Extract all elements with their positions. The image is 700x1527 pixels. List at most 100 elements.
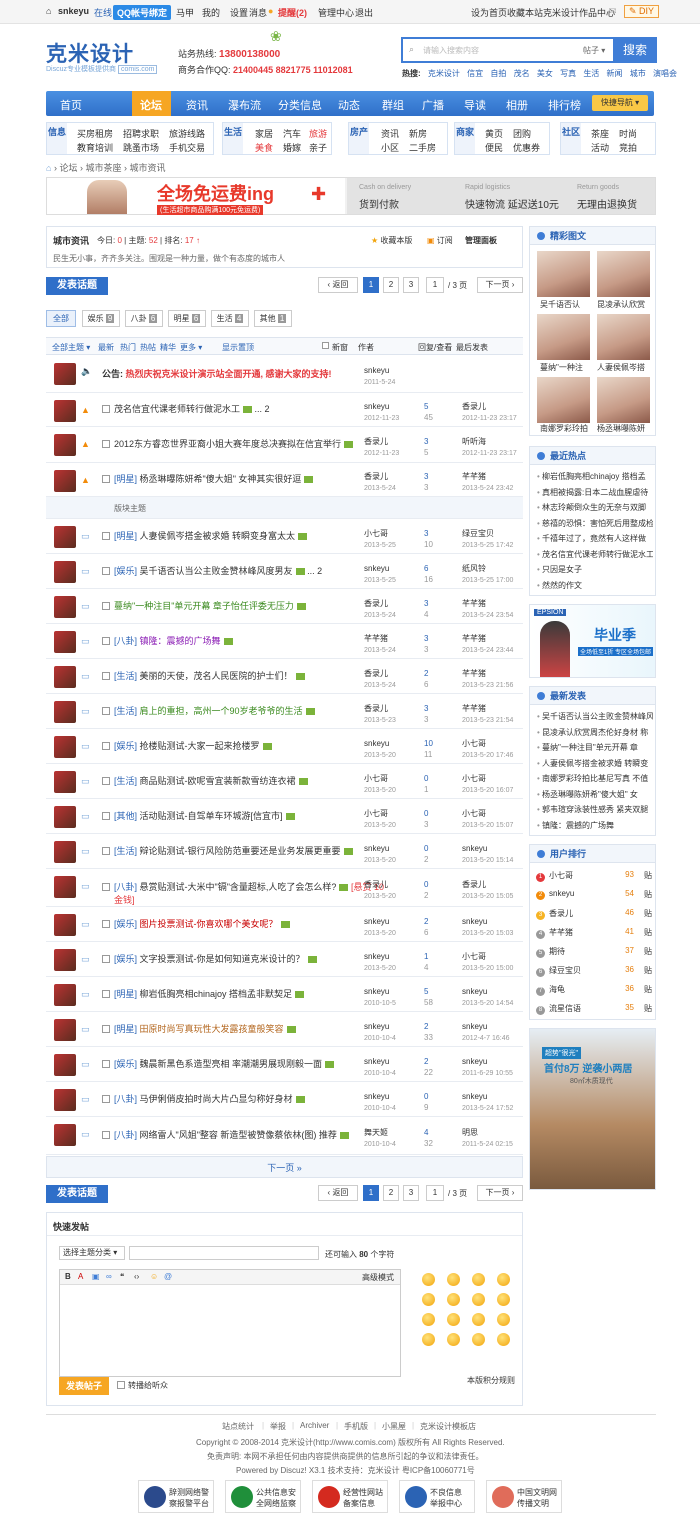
new-topic-button-bottom[interactable]: 发表话题 [46, 1185, 108, 1203]
category-link[interactable]: 时尚 [619, 127, 637, 140]
rank-row[interactable]: 1 小七哥 93 贴 [536, 870, 652, 882]
thread-author[interactable]: snkeyu 2013-5-20 [364, 916, 396, 939]
thread-author[interactable]: 香录儿 2013-5-24 [364, 471, 396, 494]
pic-caption[interactable]: 南娜罗彩玲拍 [540, 423, 588, 434]
nav-ranking[interactable]: 排行榜 [548, 97, 581, 113]
next-page-bar[interactable]: 下一页 » [46, 1156, 523, 1178]
filter-all[interactable]: 全部主题 ▾ [52, 342, 90, 353]
thread-title[interactable]: [娱乐] 吴千语否认当公主败金赞林峰风度男友 ... 2 [114, 565, 384, 578]
category-link[interactable]: 汽车 [283, 127, 301, 140]
avatar[interactable] [54, 1089, 76, 1111]
hot-link[interactable]: 克米设计 [428, 69, 460, 78]
category-link[interactable]: 黄页 [485, 127, 503, 140]
category-link[interactable]: 家居 [255, 127, 273, 140]
last-post[interactable]: snkeyu 2011-6-29 10:55 [462, 1056, 513, 1079]
table-row[interactable]: ▭ [娱乐] 魏晨新黑色系造型亮相 率潮潮男展现刚毅一面 snkeyu 2010-10… [46, 1047, 523, 1082]
footer-link[interactable]: 小黑屋 [382, 1421, 406, 1432]
category-link[interactable]: 招聘求职 [123, 127, 159, 140]
row-checkbox[interactable] [102, 602, 110, 610]
filter-latest[interactable]: 最新 [98, 342, 114, 353]
avatar[interactable] [54, 1124, 76, 1146]
pic-thumb[interactable] [597, 377, 650, 423]
category-link[interactable]: 教育培训 [77, 141, 113, 154]
avatar[interactable] [54, 736, 76, 758]
thread-author[interactable]: snkeyu 2010-10-4 [364, 1056, 396, 1079]
thread-title[interactable]: [生活] 商品贴测试-欧呢雪宜装新款雪纺连衣裙 [114, 775, 384, 788]
page-1[interactable]: 1 [363, 277, 379, 293]
footer-link[interactable]: 举报 [270, 1421, 286, 1432]
thread-author[interactable]: 香录儿 2012-11-23 [364, 436, 399, 459]
home-icon[interactable]: ⌂ [46, 163, 51, 173]
message-textarea[interactable] [60, 1285, 400, 1376]
new-topic-button[interactable]: 发表话题 [46, 277, 108, 295]
thread-author[interactable]: 香录儿 2013-5-24 [364, 598, 396, 621]
category-link[interactable]: 活动 [591, 141, 609, 154]
rank-name[interactable]: 期待 [549, 947, 565, 956]
sidebar-link[interactable]: 千禧年过了，竟然有人这样做 [542, 534, 646, 543]
page-2[interactable]: 2 [383, 277, 399, 293]
avatar[interactable] [54, 806, 76, 828]
avatar[interactable] [54, 400, 76, 422]
thread-title[interactable]: [生活] 肩上的重担，高州一个90岁老爷爷的生活 [114, 705, 384, 718]
nav-classified[interactable]: 分类信息 [278, 97, 322, 113]
sidebar-link[interactable]: 茂名信宜代课老师转行做泥水工 [542, 550, 653, 559]
category-link[interactable]: 优惠券 [513, 141, 540, 154]
thread-title[interactable]: [八卦] 悬赏贴测试-大米中"镉"含量超标,人吃了会怎么样? [悬赏 10 金钱… [114, 881, 384, 907]
pic-thumb[interactable] [597, 251, 650, 297]
table-row[interactable]: ▭ [娱乐] 图片投票测试-你喜欢哪个美女呢？ snkeyu 2013-5-20 2 6 s… [46, 907, 523, 942]
avatar[interactable] [54, 841, 76, 863]
emoticon-icon[interactable] [497, 1273, 510, 1286]
quick-nav-button[interactable]: 快捷导航 ▾ [592, 95, 648, 111]
nav-broadcast[interactable]: 广播 [422, 97, 444, 113]
badge-record[interactable]: 经营性网站 备案信息 [312, 1480, 388, 1513]
emoticon-icon[interactable] [472, 1333, 485, 1346]
pic-thumb[interactable] [537, 251, 590, 297]
pic-caption[interactable]: 吴千语否认 [540, 299, 580, 310]
avatar[interactable] [54, 876, 76, 898]
last-post[interactable]: 听听海 2012-11-23 23:17 [462, 436, 517, 459]
category-link[interactable]: 竞拍 [619, 141, 637, 154]
last-post[interactable]: 小七哥 2013-5-20 17:46 [462, 738, 513, 761]
hot-link[interactable]: 茂名 [514, 69, 530, 78]
row-checkbox[interactable] [102, 990, 110, 998]
table-row[interactable]: ▭ [明星] 田原时尚写真玩性大发露孩童般笑容 snkeyu 2010-10-4 2 33… [46, 1012, 523, 1047]
advanced-mode-link[interactable]: 高级模式 [362, 1272, 394, 1283]
thread-author[interactable]: snkeyu 2013-5-20 [364, 951, 396, 974]
tab-other[interactable]: 其他 1 [254, 310, 292, 327]
footer-link[interactable]: 站点统计 [222, 1421, 254, 1432]
pic-thumb[interactable] [597, 314, 650, 360]
table-row[interactable]: ▭ [八卦] 网络雷人"风姐"整容 新造型被赞像蔡依林(图) 推荐 舞天姬 2010-… [46, 1117, 523, 1155]
logout-link[interactable]: 退出 [355, 6, 373, 19]
page-1[interactable]: 1 [363, 1185, 379, 1201]
category-link[interactable]: 资讯 [381, 127, 399, 140]
table-row[interactable]: ▭ 蔓纳"一种注目"单元开幕 章子怡任评委无压力 香录儿 2013-5-24 3 4 芊芊猪… [46, 589, 523, 624]
thread-title[interactable]: [八卦] 马伊俐俏皮拍时尚大片凸显匀称好身材 [114, 1093, 384, 1106]
last-post[interactable]: 明思 2011-5-24 02:15 [462, 1127, 513, 1150]
emoticon-icon[interactable] [447, 1313, 460, 1326]
manage-button[interactable]: 管理面板 [465, 235, 497, 246]
tab-star[interactable]: 明星 6 [168, 310, 206, 327]
thread-author[interactable]: snkeyu 2010-10-5 [364, 986, 396, 1009]
notice-link[interactable]: 提醒(2) [278, 6, 307, 19]
category-link[interactable]: 亲子 [309, 141, 327, 154]
thread-title[interactable]: [明星] 杨丞琳曝陈妍希"傻大姐" 女神其实很好逗 [114, 473, 384, 486]
avatar[interactable] [54, 596, 76, 618]
breadcrumb-item[interactable]: 论坛 [59, 163, 77, 173]
tab-all[interactable]: 全部 [46, 310, 76, 327]
emoticon-icon[interactable] [497, 1333, 510, 1346]
page-jump-input[interactable]: 1 [426, 1185, 444, 1201]
link-icon[interactable]: ∞ [106, 1272, 112, 1281]
sidebar-link[interactable]: 吴千语否认当公主败金赞林峰风 [542, 712, 653, 721]
category-link[interactable]: 茶座 [591, 127, 609, 140]
row-checkbox[interactable] [102, 847, 110, 855]
nav-waterfall[interactable]: 瀑布流 [228, 97, 261, 113]
nav-news[interactable]: 资讯 [186, 97, 208, 113]
badge-police[interactable]: 辞测网络警 察报警平台 [138, 1480, 214, 1513]
page-3[interactable]: 3 [403, 1185, 419, 1201]
last-post[interactable]: 香录儿 2013-5-20 15:05 [462, 879, 513, 902]
promo-banner[interactable]: 全场免运费ing (生活超市商品购满100元免运费) ✚ Cash on del… [46, 177, 656, 215]
username[interactable]: snkeyu [58, 6, 89, 16]
category-link[interactable]: 婚嫁 [283, 141, 301, 154]
last-post[interactable]: 小七哥 2013-5-20 15:00 [462, 951, 513, 974]
table-row[interactable]: ▭ [生活] 辩论贴测试-银行风险防范重要还是业务发展更重要 snkeyu 2013-… [46, 834, 523, 869]
